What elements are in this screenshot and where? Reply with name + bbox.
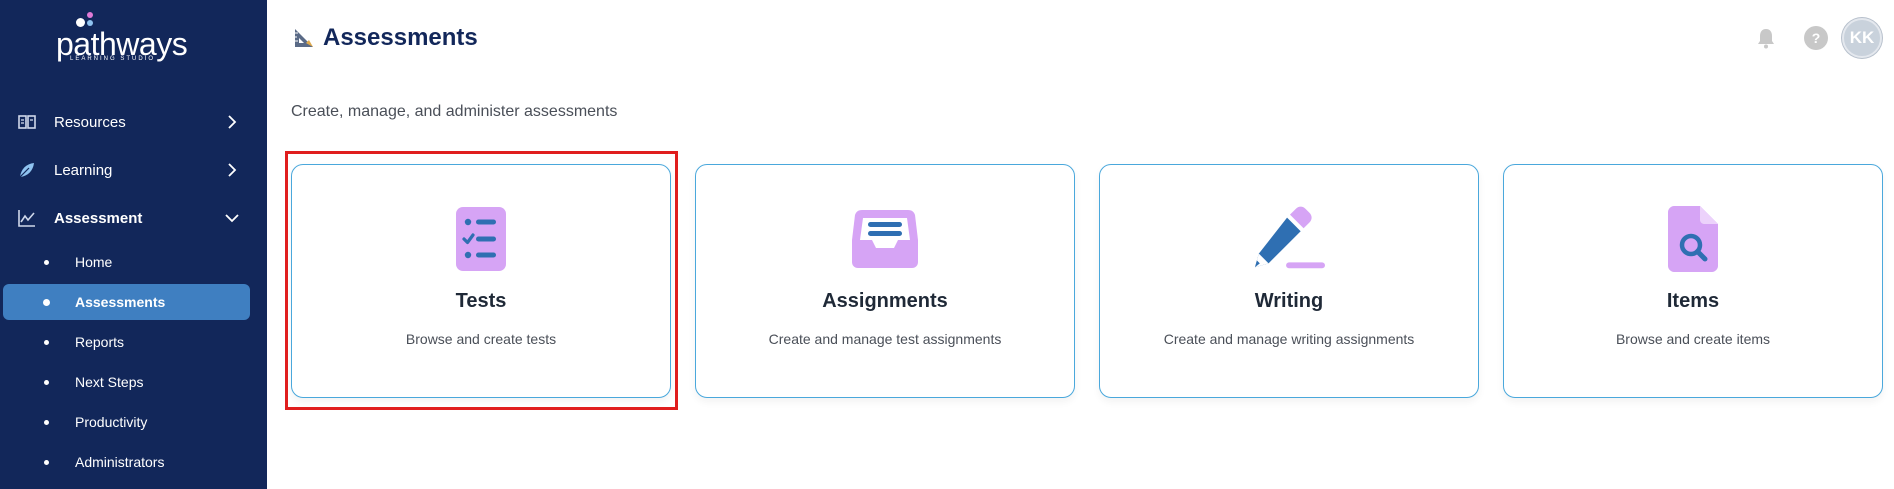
checklist-icon (445, 205, 517, 273)
sidebar: pathways LEARNING STUDIO Resources Learn… (0, 0, 267, 489)
sidebar-item-resources[interactable]: Resources (0, 100, 267, 144)
bullet-icon (44, 380, 49, 385)
card-title: Assignments (822, 290, 948, 312)
sidebar-item-learning[interactable]: Learning (0, 148, 267, 192)
sidebar-subitem-label: Home (75, 254, 113, 270)
page-subtitle: Create, manage, and administer assessmen… (291, 103, 618, 120)
inbox-tray-icon (849, 205, 921, 273)
sidebar-item-assessment[interactable]: Assessment (0, 196, 267, 240)
page-title: Assessments (323, 24, 478, 51)
sidebar-subitem-assessments[interactable]: Assessments (3, 284, 250, 320)
logo-dot (87, 12, 93, 18)
sidebar-subitem-label: Reports (75, 334, 125, 350)
card-description: Create and manage test assignments (768, 331, 1002, 347)
page-header: Assessments (293, 24, 478, 52)
logo-subtext: LEARNING STUDIO (70, 56, 156, 62)
card-title: Writing (1254, 290, 1324, 312)
bullet-icon (44, 340, 49, 345)
leaf-icon (19, 163, 34, 178)
card-title: Items (1666, 290, 1720, 312)
header-actions: ? KK (1754, 18, 1882, 58)
pencil-icon (1253, 205, 1325, 273)
ruler-triangle-icon (295, 29, 313, 47)
sidebar-subitem-reports[interactable]: Reports (3, 324, 250, 360)
help-icon[interactable]: ? (1804, 26, 1828, 50)
card-items[interactable]: Items Browse and create items (1503, 164, 1883, 398)
bullet-icon (44, 420, 49, 425)
app: pathways LEARNING STUDIO Resources Learn… (0, 0, 1894, 489)
card-description: Create and manage writing assignments (1163, 331, 1415, 347)
bullet-icon (44, 260, 49, 265)
chevron-down-icon (225, 214, 239, 223)
card-description: Browse and create items (1615, 331, 1771, 347)
chevron-right-icon (228, 115, 237, 129)
avatar[interactable]: KK (1842, 18, 1882, 58)
bell-icon[interactable] (1754, 26, 1778, 50)
bullet-icon (44, 460, 49, 465)
card-assignments[interactable]: Assignments Create and manage test assig… (695, 164, 1075, 398)
card-description: Browse and create tests (405, 331, 557, 347)
card-tests[interactable]: Tests Browse and create tests (291, 164, 671, 398)
sidebar-subitem-productivity[interactable]: Productivity (3, 404, 250, 440)
sidebar-item-label: Learning (54, 162, 113, 179)
sidebar-subitem-administrators[interactable]: Administrators (3, 444, 250, 480)
sidebar-subitem-label: Productivity (75, 414, 148, 430)
chevron-right-icon (228, 163, 237, 177)
card-title: Tests (455, 290, 507, 312)
bullet-icon (43, 299, 50, 306)
main-content: Assessments ? KK Create, manage, and adm… (267, 0, 1894, 489)
book-icon (18, 115, 36, 129)
sidebar-item-label: Assessment (54, 210, 143, 227)
logo[interactable]: pathways LEARNING STUDIO (56, 12, 196, 67)
sidebar-subitem-label: Assessments (75, 294, 166, 310)
chart-line-icon (18, 210, 35, 227)
card-writing[interactable]: Writing Create and manage writing assign… (1099, 164, 1479, 398)
sidebar-subitem-label: Next Steps (75, 374, 144, 390)
sidebar-subitem-label: Administrators (75, 454, 165, 470)
sidebar-item-label: Resources (54, 114, 126, 131)
sidebar-subitem-next-steps[interactable]: Next Steps (3, 364, 250, 400)
sidebar-subitem-home[interactable]: Home (3, 244, 250, 280)
file-search-icon (1657, 205, 1729, 273)
